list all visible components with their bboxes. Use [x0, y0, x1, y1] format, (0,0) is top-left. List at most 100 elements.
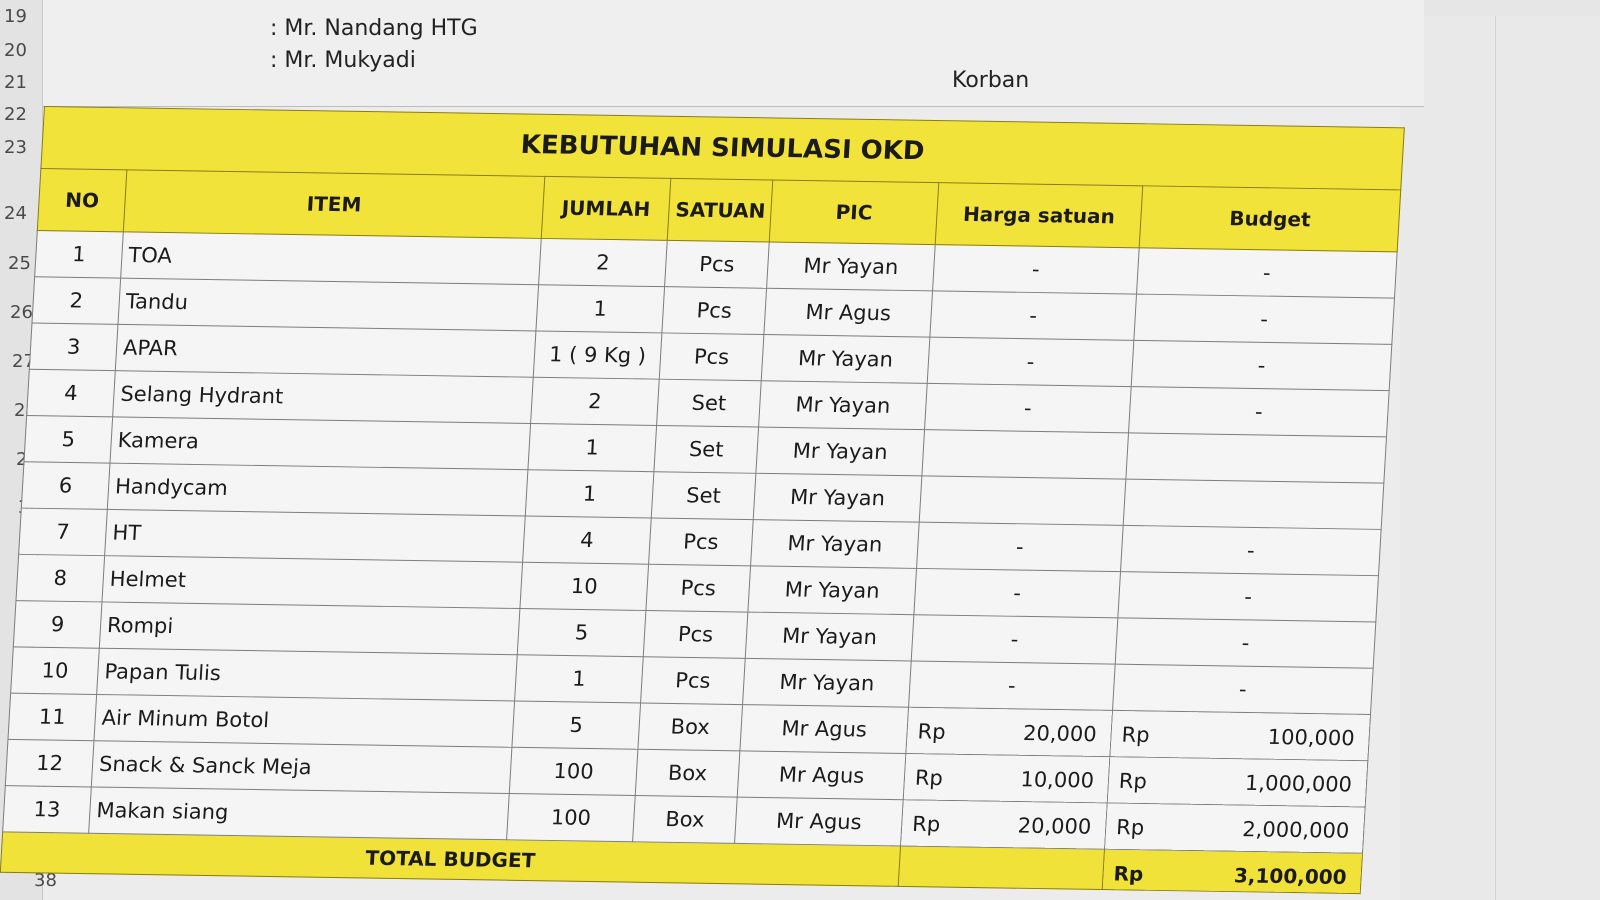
cell-no[interactable]: 5: [23, 415, 113, 464]
cell-harga-satuan[interactable]: -: [913, 568, 1121, 618]
cell-satuan[interactable]: Pcs: [648, 517, 754, 566]
cell-item[interactable]: Selang Hydrant: [112, 370, 534, 424]
cell-no[interactable]: 12: [5, 739, 94, 787]
cell-no[interactable]: 13: [2, 785, 92, 834]
cell-budget[interactable]: [1123, 479, 1384, 530]
empty-grid-area[interactable]: [1400, 16, 1600, 900]
cell-jumlah[interactable]: 100: [506, 793, 636, 842]
cell-item[interactable]: HT: [104, 509, 526, 563]
cell-jumlah[interactable]: 1: [525, 469, 654, 518]
cell-jumlah[interactable]: 1: [535, 284, 665, 333]
cell-satuan[interactable]: Box: [637, 702, 743, 751]
cell-satuan[interactable]: Set: [653, 425, 759, 474]
cell-harga-satuan[interactable]: -: [924, 383, 1132, 433]
cell-satuan[interactable]: Box: [635, 749, 740, 798]
cell-no[interactable]: 11: [7, 693, 97, 741]
cell-jumlah[interactable]: 5: [517, 608, 646, 657]
cell-budget[interactable]: -: [1120, 525, 1382, 576]
header-jumlah[interactable]: JUMLAH: [541, 176, 671, 241]
row-number[interactable]: 20: [4, 40, 27, 61]
cell-item[interactable]: APAR: [115, 324, 536, 378]
cell-no[interactable]: 7: [18, 508, 108, 556]
cell-harga-satuan[interactable]: [919, 475, 1126, 526]
cell-no[interactable]: 2: [31, 276, 121, 325]
row-number[interactable]: 21: [4, 72, 27, 93]
cell-satuan[interactable]: Set: [656, 379, 762, 428]
cell-no[interactable]: 3: [29, 323, 118, 371]
row-number[interactable]: 24: [4, 203, 27, 224]
cell-pic[interactable]: Mr Yayan: [742, 658, 912, 708]
cell-item[interactable]: Air Minum Botol: [93, 694, 515, 748]
cell-budget[interactable]: -: [1117, 571, 1379, 622]
cell-budget[interactable]: -: [1112, 664, 1374, 715]
cell-no[interactable]: 6: [21, 461, 110, 510]
cell-item[interactable]: Rompi: [99, 601, 520, 655]
cell-budget[interactable]: -: [1131, 340, 1392, 391]
cell-item[interactable]: Tandu: [117, 278, 539, 331]
cell-harga-satuan[interactable]: -: [916, 522, 1124, 572]
cell-item[interactable]: Helmet: [101, 555, 523, 609]
cell-pic[interactable]: Mr Yayan: [745, 612, 914, 661]
cell-satuan[interactable]: Pcs: [643, 610, 748, 659]
cell-no[interactable]: 1: [34, 230, 124, 279]
cell-harga-satuan[interactable]: Rp 10,000: [903, 753, 1110, 803]
cell-no[interactable]: 4: [26, 369, 116, 417]
cell-satuan[interactable]: Pcs: [640, 656, 746, 705]
cell-jumlah[interactable]: 100: [509, 747, 638, 796]
cell-budget[interactable]: -: [1115, 617, 1376, 669]
cell-item[interactable]: Kamera: [109, 416, 531, 470]
cell-harga-satuan[interactable]: -: [927, 337, 1134, 387]
cell-harga-satuan[interactable]: -: [908, 660, 1116, 711]
total-value-cell[interactable]: Rp 3,100,000: [1102, 849, 1363, 894]
cell-pic[interactable]: Mr Agus: [734, 797, 904, 846]
cell-item[interactable]: Papan Tulis: [96, 648, 518, 702]
cell-item[interactable]: Snack & Sanck Meja: [91, 740, 512, 794]
cell-harga-satuan[interactable]: -: [911, 614, 1118, 665]
cell-budget[interactable]: Rp 2,000,000: [1104, 802, 1366, 854]
cell-budget[interactable]: -: [1133, 294, 1395, 345]
cell-budget[interactable]: -: [1128, 386, 1390, 437]
row-number[interactable]: 26: [10, 302, 33, 323]
cell-budget[interactable]: -: [1136, 247, 1398, 299]
header-pic[interactable]: PIC: [769, 180, 939, 245]
cell-satuan[interactable]: Pcs: [664, 240, 770, 289]
cell-satuan[interactable]: Pcs: [659, 332, 764, 381]
cell-harga-satuan[interactable]: Rp 20,000: [900, 799, 1108, 850]
cell-no[interactable]: 8: [15, 554, 105, 602]
cell-jumlah[interactable]: 5: [511, 701, 641, 750]
cell-jumlah[interactable]: 10: [519, 562, 649, 611]
cell-item[interactable]: Makan siang: [88, 786, 510, 840]
header-no[interactable]: NO: [37, 168, 127, 232]
cell-satuan[interactable]: Pcs: [645, 564, 751, 613]
cell-satuan[interactable]: Pcs: [661, 286, 767, 335]
cell-pic[interactable]: Mr Yayan: [755, 427, 925, 476]
cell-no[interactable]: 9: [13, 600, 102, 649]
cell-pic[interactable]: Mr Yayan: [758, 380, 928, 430]
cell-jumlah[interactable]: 2: [530, 377, 660, 426]
header-item[interactable]: ITEM: [123, 169, 545, 239]
cell-budget[interactable]: [1125, 432, 1387, 484]
cell-satuan[interactable]: Set: [651, 471, 756, 520]
cell-pic[interactable]: Mr Agus: [737, 750, 906, 800]
header-harga-satuan[interactable]: Harga satuan: [935, 182, 1143, 248]
cell-pic[interactable]: Mr Agus: [739, 704, 909, 754]
cell-pic[interactable]: Mr Yayan: [766, 242, 936, 291]
cell-jumlah[interactable]: 1 ( 9 Kg ): [533, 330, 662, 380]
cell-jumlah[interactable]: 1: [527, 423, 657, 472]
cell-pic[interactable]: Mr Yayan: [750, 519, 920, 569]
cell-harga-satuan[interactable]: Rp 20,000: [905, 707, 1113, 757]
cell-pic[interactable]: Mr Agus: [763, 288, 933, 338]
cell-pic[interactable]: Mr Yayan: [747, 565, 917, 615]
cell-item[interactable]: TOA: [120, 231, 542, 285]
cell-pic[interactable]: Mr Yayan: [761, 334, 930, 384]
row-number[interactable]: 19: [4, 6, 27, 27]
cell-harga-satuan[interactable]: -: [932, 244, 1140, 295]
row-number[interactable]: 22: [4, 104, 27, 125]
cell-jumlah[interactable]: 4: [522, 515, 652, 565]
cell-item[interactable]: Handycam: [107, 463, 528, 516]
cell-jumlah[interactable]: 1: [514, 654, 644, 703]
row-number[interactable]: 25: [8, 253, 31, 274]
cell-jumlah[interactable]: 2: [538, 238, 668, 287]
row-number[interactable]: 23: [4, 137, 27, 158]
cell-satuan[interactable]: Box: [632, 795, 738, 844]
